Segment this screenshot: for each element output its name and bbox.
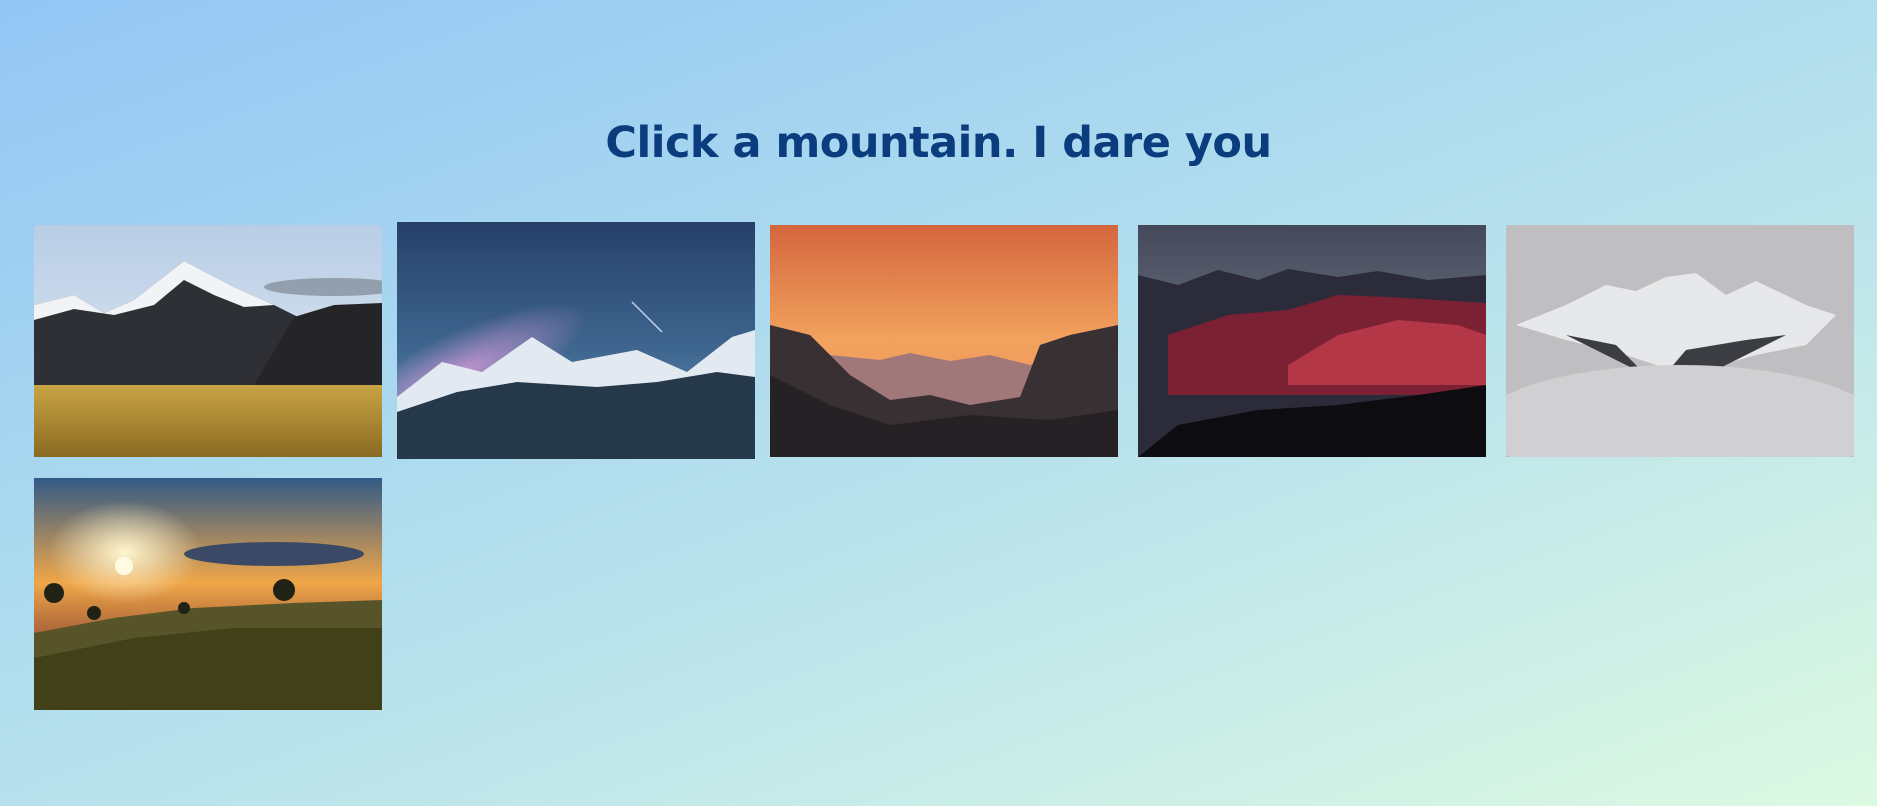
mountain-image-3[interactable]: [770, 225, 1118, 457]
mountain-image-2[interactable]: [397, 222, 755, 459]
mountain-image-6[interactable]: [34, 478, 382, 710]
mountain-image-5[interactable]: [1506, 225, 1854, 457]
page-title: Click a mountain. I dare you: [605, 118, 1272, 168]
mountain-image-1[interactable]: [34, 225, 382, 457]
mountain-image-4[interactable]: [1138, 225, 1486, 457]
